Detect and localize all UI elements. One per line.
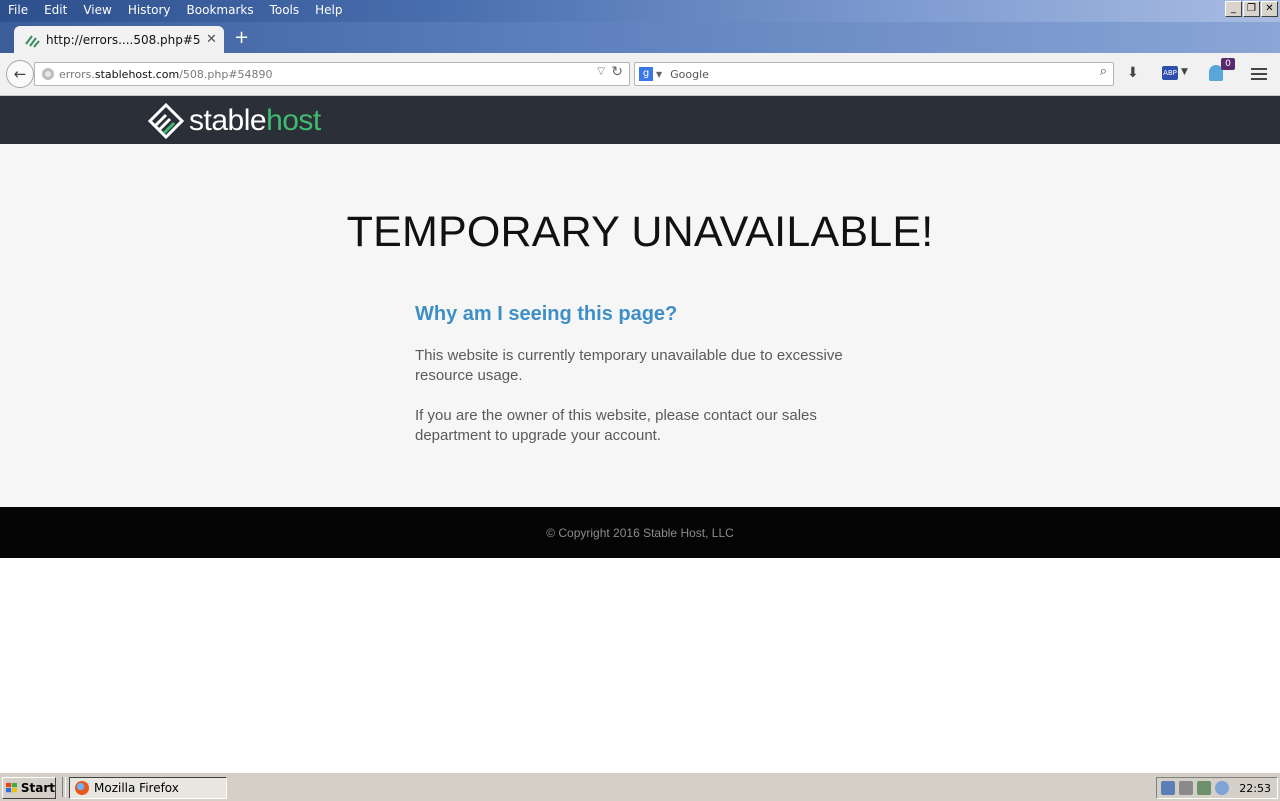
url-path: /508.php#54890 bbox=[179, 67, 273, 81]
explanation-paragraph: This website is currently temporary unav… bbox=[415, 347, 843, 384]
new-tab-button[interactable]: + bbox=[234, 26, 249, 50]
site-identity-globe-icon bbox=[42, 68, 54, 80]
navigation-toolbar: ← errors.stablehost.com/508.php#54890 ▽ … bbox=[0, 53, 1280, 96]
menu-file[interactable]: File bbox=[0, 0, 36, 20]
adblock-dropdown-icon[interactable]: ▼ bbox=[1181, 67, 1188, 77]
restore-button[interactable]: ❐ bbox=[1243, 1, 1260, 17]
url-host: stablehost.com bbox=[94, 67, 180, 81]
logo-wordmark-stable: stable bbox=[189, 104, 267, 137]
window-titlebar: File Edit View History Bookmarks Tools H… bbox=[0, 0, 1280, 22]
open-menu-hamburger-icon[interactable] bbox=[1251, 65, 1267, 83]
volume-icon[interactable] bbox=[1215, 781, 1230, 795]
menu-edit[interactable]: Edit bbox=[36, 0, 75, 20]
close-window-button[interactable]: ✕ bbox=[1261, 1, 1278, 17]
menu-view[interactable]: View bbox=[75, 0, 119, 20]
page-title: TEMPORARY UNAVAILABLE! bbox=[346, 208, 934, 256]
windows-logo-icon bbox=[6, 782, 18, 793]
tab-strip: http://errors....508.php#54890 ✕ + bbox=[0, 22, 1280, 53]
url-bar[interactable]: errors.stablehost.com/508.php#54890 ▽ ↻ bbox=[34, 62, 630, 86]
network-monitor-icon[interactable] bbox=[1161, 781, 1176, 795]
firefox-icon bbox=[75, 781, 89, 795]
error-content: TEMPORARY UNAVAILABLE! Why am I seeing t… bbox=[0, 144, 1280, 507]
taskbar-clock: 22:53 bbox=[1239, 781, 1271, 795]
url-text: errors.stablehost.com/508.php#54890 bbox=[59, 68, 273, 81]
menu-bookmarks[interactable]: Bookmarks bbox=[179, 0, 262, 20]
url-history-dropdown-icon[interactable]: ▽ bbox=[597, 66, 605, 77]
start-button[interactable]: Start bbox=[2, 777, 56, 799]
menu-help[interactable]: Help bbox=[307, 0, 350, 20]
start-label: Start bbox=[20, 781, 55, 795]
back-button[interactable]: ← bbox=[6, 60, 34, 88]
stablehost-favicon-icon bbox=[25, 34, 40, 48]
tab-title: http://errors....508.php#54890 bbox=[46, 32, 200, 47]
search-engine-dropdown-icon[interactable]: ▼ bbox=[656, 70, 662, 79]
menu-tools[interactable]: Tools bbox=[262, 0, 308, 20]
connection-icon[interactable] bbox=[1197, 781, 1212, 795]
site-footer: © Copyright 2016 Stable Host, LLC bbox=[0, 507, 1280, 558]
downloads-arrow-icon[interactable]: ⬇ bbox=[1127, 65, 1139, 81]
tab-close-icon[interactable]: ✕ bbox=[206, 32, 217, 47]
stablehost-logo[interactable]: stablehost bbox=[147, 102, 321, 140]
taskbar-item-firefox[interactable]: Mozilla Firefox bbox=[69, 777, 227, 799]
minimize-button[interactable]: _ bbox=[1225, 1, 1242, 17]
menu-history[interactable]: History bbox=[120, 0, 179, 20]
menu-bar: File Edit View History Bookmarks Tools H… bbox=[0, 0, 351, 20]
taskbar-separator bbox=[62, 777, 66, 797]
search-input[interactable] bbox=[668, 66, 1073, 82]
search-bar: g ▼ ⌕ bbox=[634, 62, 1114, 86]
window-controls: _ ❐ ✕ bbox=[1225, 1, 1278, 17]
taskbar-item-label: Mozilla Firefox bbox=[94, 781, 179, 795]
taskbar: Start Mozilla Firefox 22:53 bbox=[0, 772, 1280, 801]
search-magnifier-icon[interactable]: ⌕ bbox=[1100, 64, 1107, 79]
logo-wordmark: stablehost bbox=[189, 104, 321, 138]
why-heading: Why am I seeing this page? bbox=[415, 303, 678, 325]
owner-instructions-paragraph: If you are the owner of this website, pl… bbox=[415, 407, 817, 444]
ghostery-count-badge: 0 bbox=[1221, 58, 1235, 70]
back-arrow-icon: ← bbox=[13, 65, 27, 83]
site-header: stablehost bbox=[0, 96, 1280, 144]
reload-icon[interactable]: ↻ bbox=[611, 64, 623, 80]
copyright-text: © Copyright 2016 Stable Host, LLC bbox=[546, 525, 734, 540]
url-scheme: errors. bbox=[59, 67, 95, 81]
security-shield-icon[interactable] bbox=[1179, 781, 1194, 795]
tab-active[interactable]: http://errors....508.php#54890 ✕ bbox=[14, 26, 224, 53]
stablehost-logo-mark-icon bbox=[147, 102, 185, 140]
system-tray: 22:53 bbox=[1156, 777, 1278, 799]
adblock-icon[interactable]: ABP bbox=[1162, 66, 1178, 80]
logo-wordmark-host: host bbox=[266, 104, 321, 137]
search-engine-google-icon[interactable]: g bbox=[639, 67, 653, 81]
